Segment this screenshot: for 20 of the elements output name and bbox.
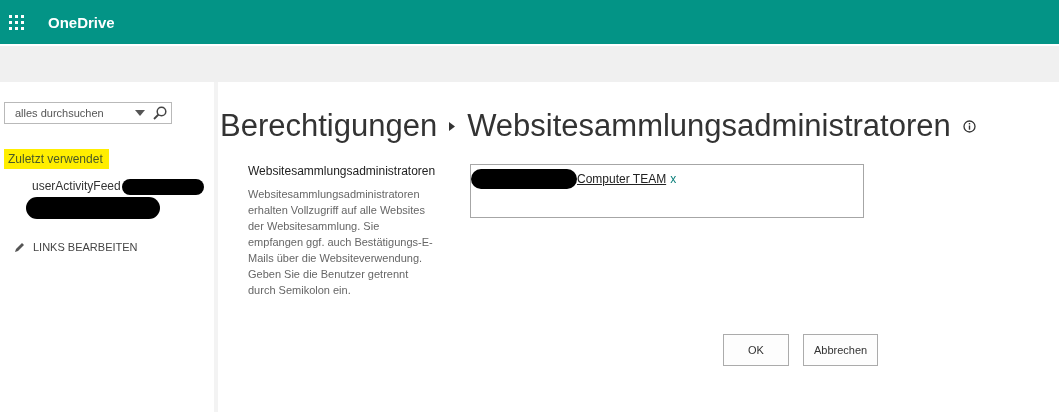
page-title: Berechtigungen [220,108,438,144]
search-icon[interactable] [153,106,167,120]
breadcrumb-separator-icon [449,121,456,131]
search-box[interactable]: alles durchsuchen [4,102,172,124]
section-heading: Websitesammlungsadministratoren [248,164,437,178]
dropdown-caret-icon[interactable] [135,110,145,116]
app-name[interactable]: OneDrive [48,13,115,31]
remove-person-link[interactable]: x [670,172,677,186]
recent-heading: Zuletzt verwendet [4,149,109,169]
dialog-button[interactable]: OK [723,334,789,366]
recent-link[interactable]: userActivityFeed [32,179,121,193]
pencil-icon [14,241,25,253]
section-description: Websitesammlungsadministratoren erhalten Vollzugriff auf alle Websites der Websitesammlung. Sie empfangen ggf. auch Bestätigungs-E-Mails über die Websiteverwendung. Geben Sie die Benutzer getrennt durch Semikolon ein. [248,187,434,298]
people-picker-field[interactable]: Computer TEAM x [470,164,864,218]
page-title: Websitesammlungsadministratoren [467,108,951,144]
edit-links-link[interactable]: LINKS BEARBEITEN [14,241,214,253]
person-name-link[interactable]: Computer TEAM [577,172,667,186]
info-icon[interactable] [962,119,976,133]
app-launcher-icon[interactable] [8,14,24,30]
dialog-button[interactable]: Abbrechen [803,334,879,366]
